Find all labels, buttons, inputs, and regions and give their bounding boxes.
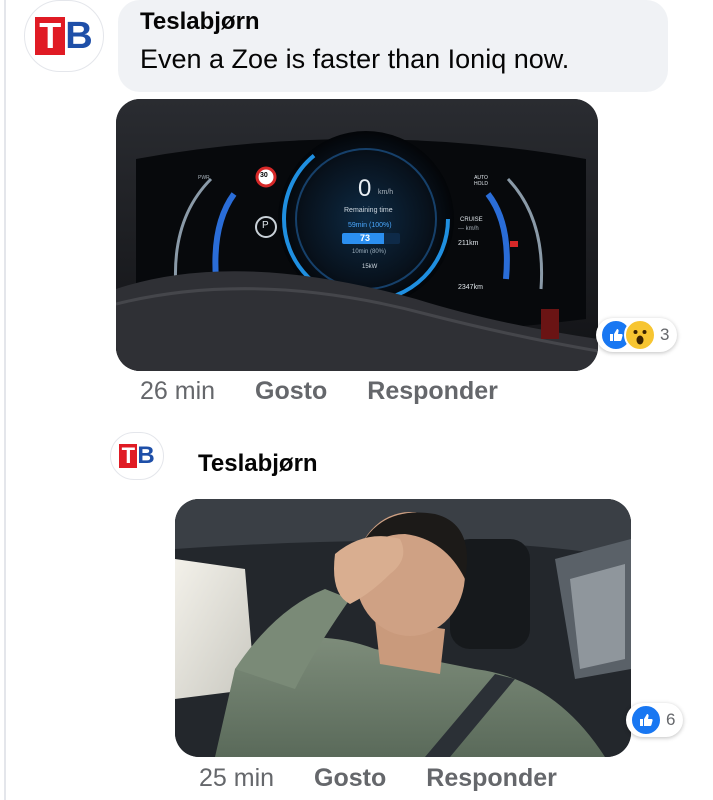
facepalm-photo[interactable] xyxy=(175,499,631,757)
facepalm-image xyxy=(175,499,631,757)
comment-actions: 26 min Gosto Responder xyxy=(140,377,498,406)
charge-bar xyxy=(342,233,400,244)
speed-readout: 0 xyxy=(358,175,372,202)
reaction-count: 3 xyxy=(660,325,670,344)
reply-button[interactable]: Responder xyxy=(426,764,557,793)
auto-hold-label: AUTO HOLD xyxy=(474,175,488,187)
charge-percent: 73 xyxy=(360,233,371,243)
like-button[interactable]: Gosto xyxy=(314,764,386,793)
thread-line xyxy=(4,0,6,800)
avatar[interactable]: T B xyxy=(110,432,164,480)
comment-bubble: Teslabjørn Even a Zoe is faster than Ion… xyxy=(118,0,668,92)
comment-text: Even a Zoe is faster than Ioniq now. xyxy=(140,44,570,74)
avatar[interactable]: T B xyxy=(24,0,104,72)
comment-actions: 25 min Gosto Responder xyxy=(199,764,557,793)
dashboard-photo[interactable]: 0 km/h Remaining time 59min (100%) 73 10… xyxy=(116,99,598,371)
teslabjorn-logo: T B xyxy=(119,444,155,468)
like-icon xyxy=(630,704,662,736)
cruise-label: CRUISE xyxy=(460,217,483,223)
remaining-time-label: Remaining time xyxy=(344,207,393,214)
charge-sub: 10min (80%) xyxy=(352,249,387,255)
pwr-label: PWR xyxy=(198,175,210,181)
reactions-summary[interactable]: 3 xyxy=(596,318,678,352)
wow-icon xyxy=(624,319,656,351)
power-readout: 15kW xyxy=(362,264,378,270)
reactions-summary[interactable]: 6 xyxy=(626,703,684,737)
reply-button[interactable]: Responder xyxy=(367,377,498,406)
gear-indicator: P xyxy=(262,220,269,231)
remaining-time-value: 59min (100%) xyxy=(348,222,392,229)
like-button[interactable]: Gosto xyxy=(255,377,327,406)
comment-time[interactable]: 26 min xyxy=(140,377,215,406)
comment-author[interactable]: Teslabjørn xyxy=(198,450,318,478)
cruise-speed: --- km/h xyxy=(458,226,479,232)
range-readout: 211km xyxy=(458,240,479,247)
comment-author[interactable]: Teslabjørn xyxy=(140,8,260,36)
reaction-count: 6 xyxy=(666,710,676,729)
teslabjorn-logo: T B xyxy=(35,17,93,55)
speed-unit: km/h xyxy=(378,189,394,196)
odometer: 2347km xyxy=(458,284,483,291)
comment-time[interactable]: 25 min xyxy=(199,764,274,793)
speed-limit-sign: 30 xyxy=(260,172,268,179)
